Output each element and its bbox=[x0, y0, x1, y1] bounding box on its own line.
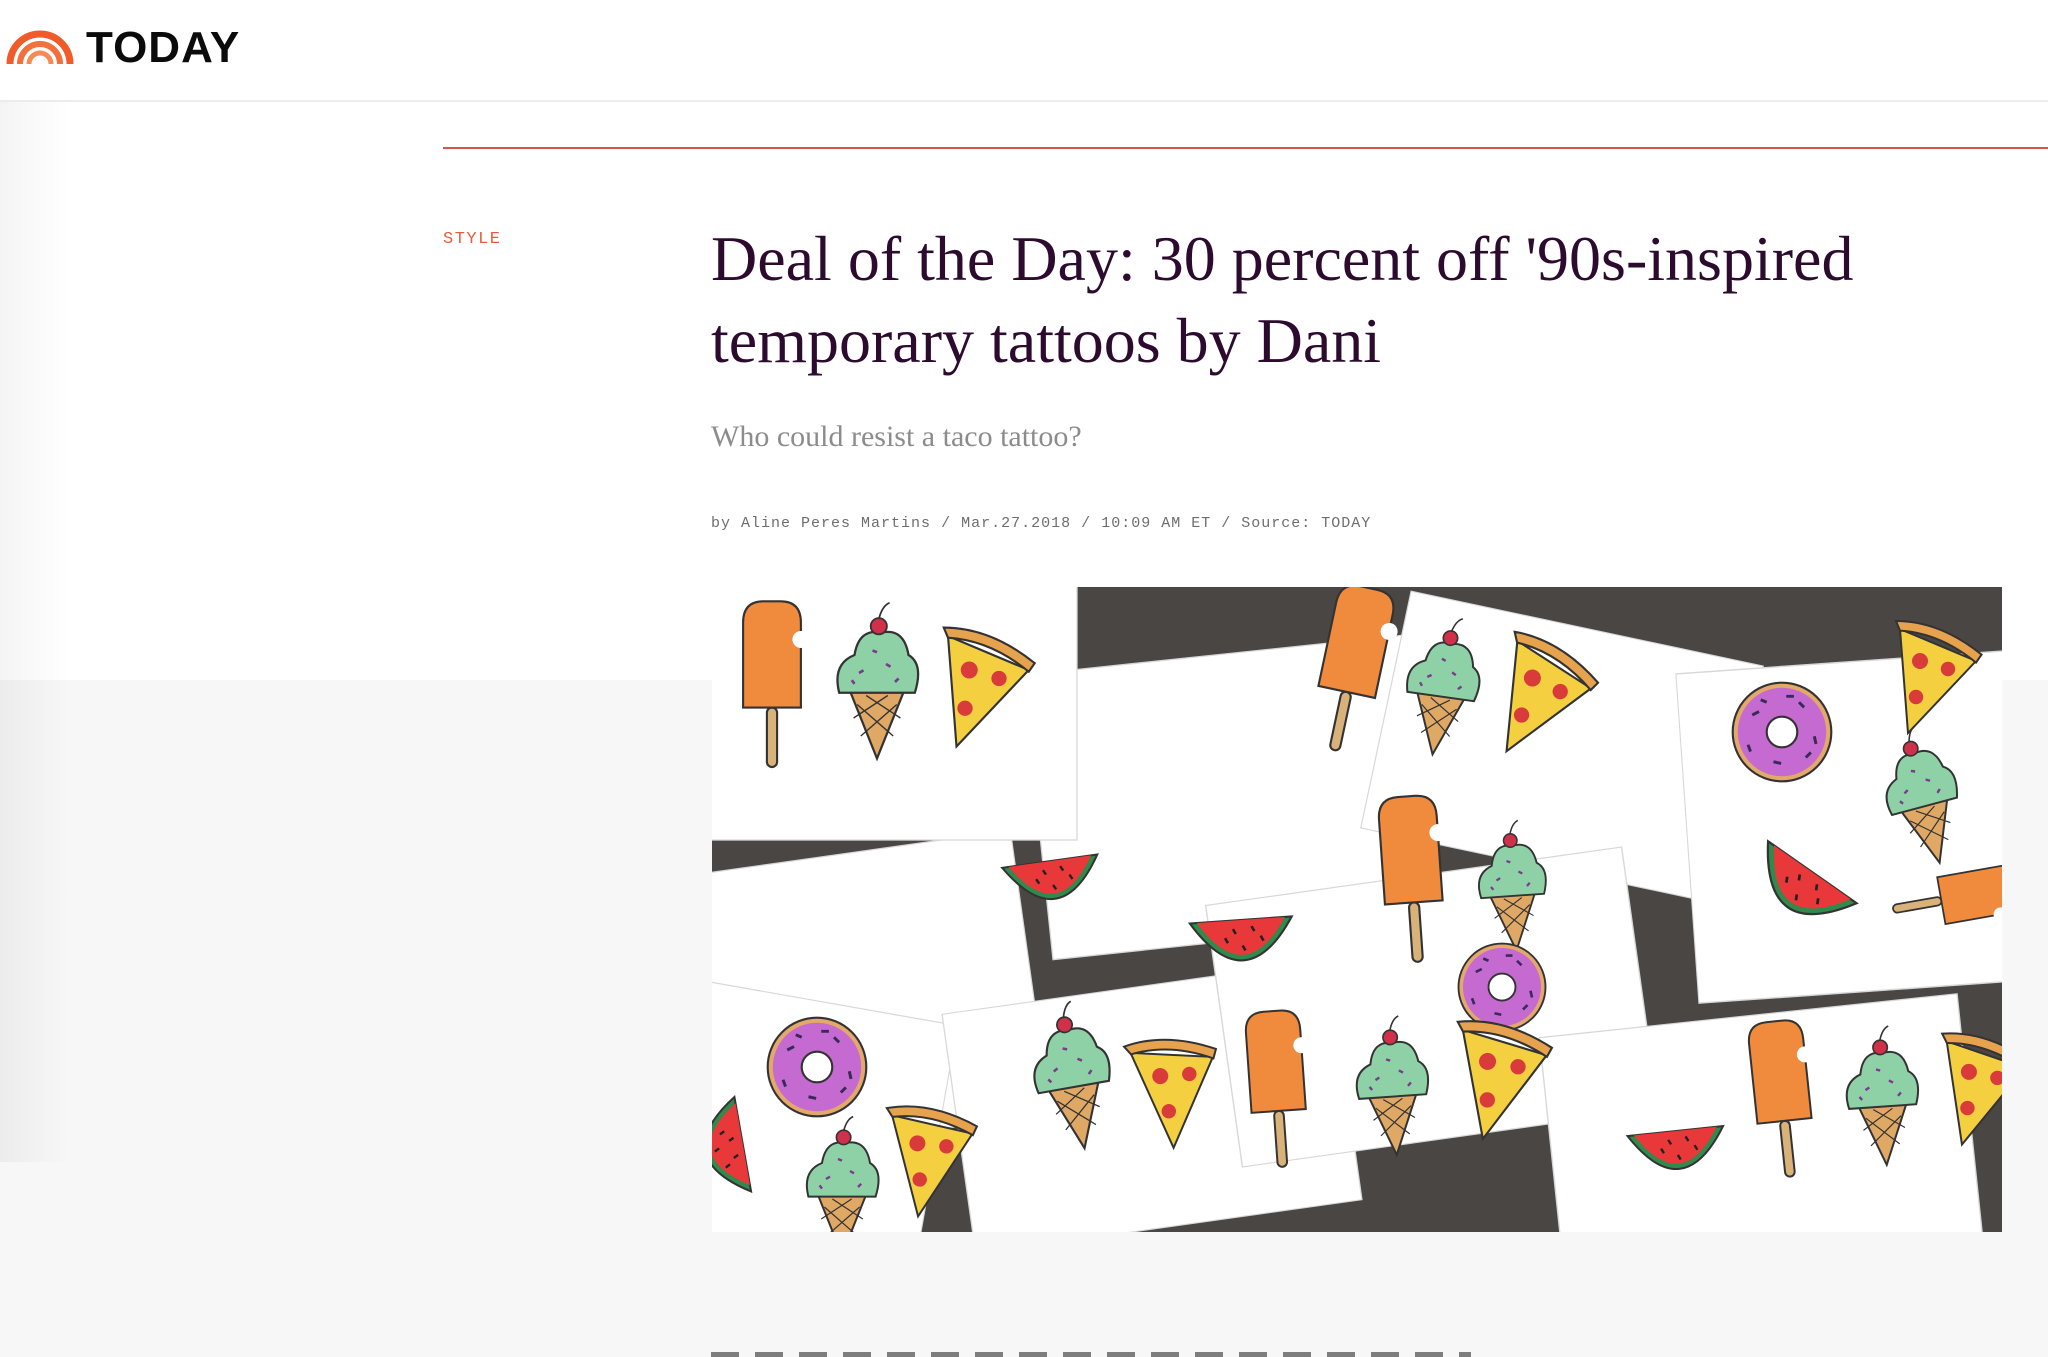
byline-separator: / bbox=[1081, 515, 1092, 532]
next-text-preview bbox=[711, 1352, 1471, 1357]
page-edge-shadow bbox=[0, 102, 70, 1162]
hero-image bbox=[712, 587, 2002, 1232]
byline-prefix: by bbox=[711, 515, 732, 532]
byline-source: Source: TODAY bbox=[1241, 515, 1372, 532]
byline-date: Mar.27.2018 bbox=[961, 515, 1072, 532]
headline-line-1: Deal of the Day: 30 percent off '90s-ins… bbox=[711, 223, 1854, 294]
section-divider bbox=[443, 147, 2048, 149]
byline: by Aline Peres Martins / Mar.27.2018 / 1… bbox=[711, 515, 1371, 532]
headline-line-2: temporary tattoos by Dani bbox=[711, 305, 1382, 376]
byline-author: Aline Peres Martins bbox=[741, 515, 932, 532]
article-dek: Who could resist a taco tattoo? bbox=[711, 420, 1082, 453]
tattoo-sheets-illustration bbox=[712, 587, 2002, 1232]
rainbow-icon bbox=[6, 26, 74, 71]
section-label[interactable]: STYLE bbox=[443, 230, 502, 249]
logo-text: TODAY bbox=[86, 23, 241, 72]
byline-separator: / bbox=[941, 515, 952, 532]
byline-time: 10:09 AM ET bbox=[1101, 515, 1212, 532]
today-logo[interactable]: TODAY bbox=[6, 22, 240, 74]
article-headline: Deal of the Day: 30 percent off '90s-ins… bbox=[711, 218, 1951, 382]
site-header: TODAY bbox=[0, 0, 2048, 102]
byline-separator: / bbox=[1221, 515, 1232, 532]
